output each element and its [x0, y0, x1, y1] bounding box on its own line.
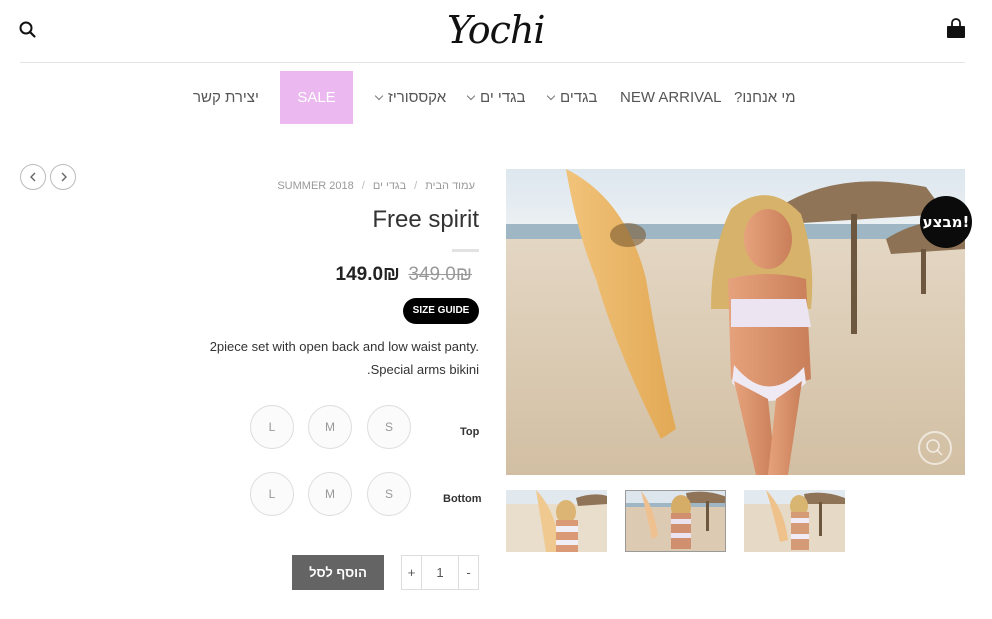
quantity-decrease-button[interactable]: -	[458, 556, 478, 589]
size-option-top-l[interactable]: L	[250, 405, 294, 449]
product-title: Free spirit	[372, 206, 479, 233]
quantity-increase-button[interactable]: +	[402, 556, 422, 589]
breadcrumb-swimwear[interactable]: בגדי ים	[373, 180, 406, 192]
site-header: Yochi	[0, 0, 992, 62]
product-thumbnail[interactable]	[506, 490, 607, 552]
nav-item-label: בגדים	[560, 89, 598, 106]
product-main-image[interactable]	[506, 169, 965, 475]
option-label-top: Top	[460, 426, 480, 438]
nav-item-contact[interactable]: יצירת קשר	[193, 71, 259, 124]
breadcrumb: עמוד הבית / בגדי ים / SUMMER 2018	[273, 180, 479, 192]
main-nav: מי אנחנו? NEW ARRIVAL בגדים בגדי ים אקסס…	[0, 71, 992, 124]
sale-badge: מבצע!	[920, 196, 972, 248]
size-option-top-s[interactable]: S	[367, 405, 411, 449]
header-divider	[20, 62, 965, 63]
breadcrumb-home[interactable]: עמוד הבית	[425, 180, 475, 192]
breadcrumb-separator: /	[414, 180, 418, 192]
breadcrumb-collection[interactable]: SUMMER 2018	[277, 180, 353, 192]
site-logo[interactable]: Yochi	[447, 0, 546, 62]
nav-item-clothing[interactable]: בגדים	[546, 71, 598, 124]
chevron-down-icon	[466, 91, 476, 101]
size-option-bottom-m[interactable]: M	[308, 472, 352, 516]
nav-item-label: אקססוריז	[388, 89, 447, 106]
nav-item-label: NEW ARRIVAL	[620, 89, 722, 106]
product-thumbnail-active[interactable]	[625, 490, 726, 552]
shopping-bag-icon[interactable]	[945, 18, 967, 40]
product-description-line: 2piece set with open back and low waist …	[209, 339, 479, 354]
option-label-bottom: Bottom	[443, 493, 482, 505]
size-option-bottom-l[interactable]: L	[250, 472, 294, 516]
zoom-icon[interactable]	[918, 431, 952, 465]
nav-item-about[interactable]: מי אנחנו?	[734, 71, 796, 124]
nav-item-accessories[interactable]: אקססוריז	[374, 71, 447, 124]
nav-item-swimwear[interactable]: בגדי ים	[466, 71, 526, 124]
nav-item-label: מי אנחנו?	[734, 89, 796, 106]
next-product-button[interactable]	[50, 164, 76, 190]
size-option-bottom-s[interactable]: S	[367, 472, 411, 516]
breadcrumb-separator: /	[361, 180, 365, 192]
title-divider	[452, 249, 479, 252]
quantity-input[interactable]	[422, 556, 458, 589]
nav-item-new-arrival[interactable]: NEW ARRIVAL	[620, 71, 721, 124]
price-original: 349.0₪	[408, 264, 472, 285]
size-guide-button[interactable]: SIZE GUIDE	[403, 298, 479, 324]
add-to-cart-button[interactable]: הוסף לסל	[292, 555, 384, 590]
previous-product-button[interactable]	[20, 164, 46, 190]
price: 149.0₪ 349.0₪	[336, 264, 472, 286]
nav-item-label: בגדי ים	[480, 89, 526, 106]
product-description-line: Special arms bikini.	[367, 362, 479, 377]
search-icon[interactable]	[18, 20, 38, 40]
chevron-down-icon	[546, 91, 556, 101]
quantity-stepper: + -	[401, 555, 479, 590]
product-thumbnail[interactable]	[744, 490, 845, 552]
chevron-down-icon	[374, 91, 384, 101]
nav-item-label: SALE	[297, 89, 336, 106]
nav-item-sale[interactable]: SALE	[280, 71, 353, 124]
price-current: 149.0₪	[335, 264, 400, 285]
nav-item-label: יצירת קשר	[193, 89, 259, 106]
size-option-top-m[interactable]: M	[308, 405, 352, 449]
